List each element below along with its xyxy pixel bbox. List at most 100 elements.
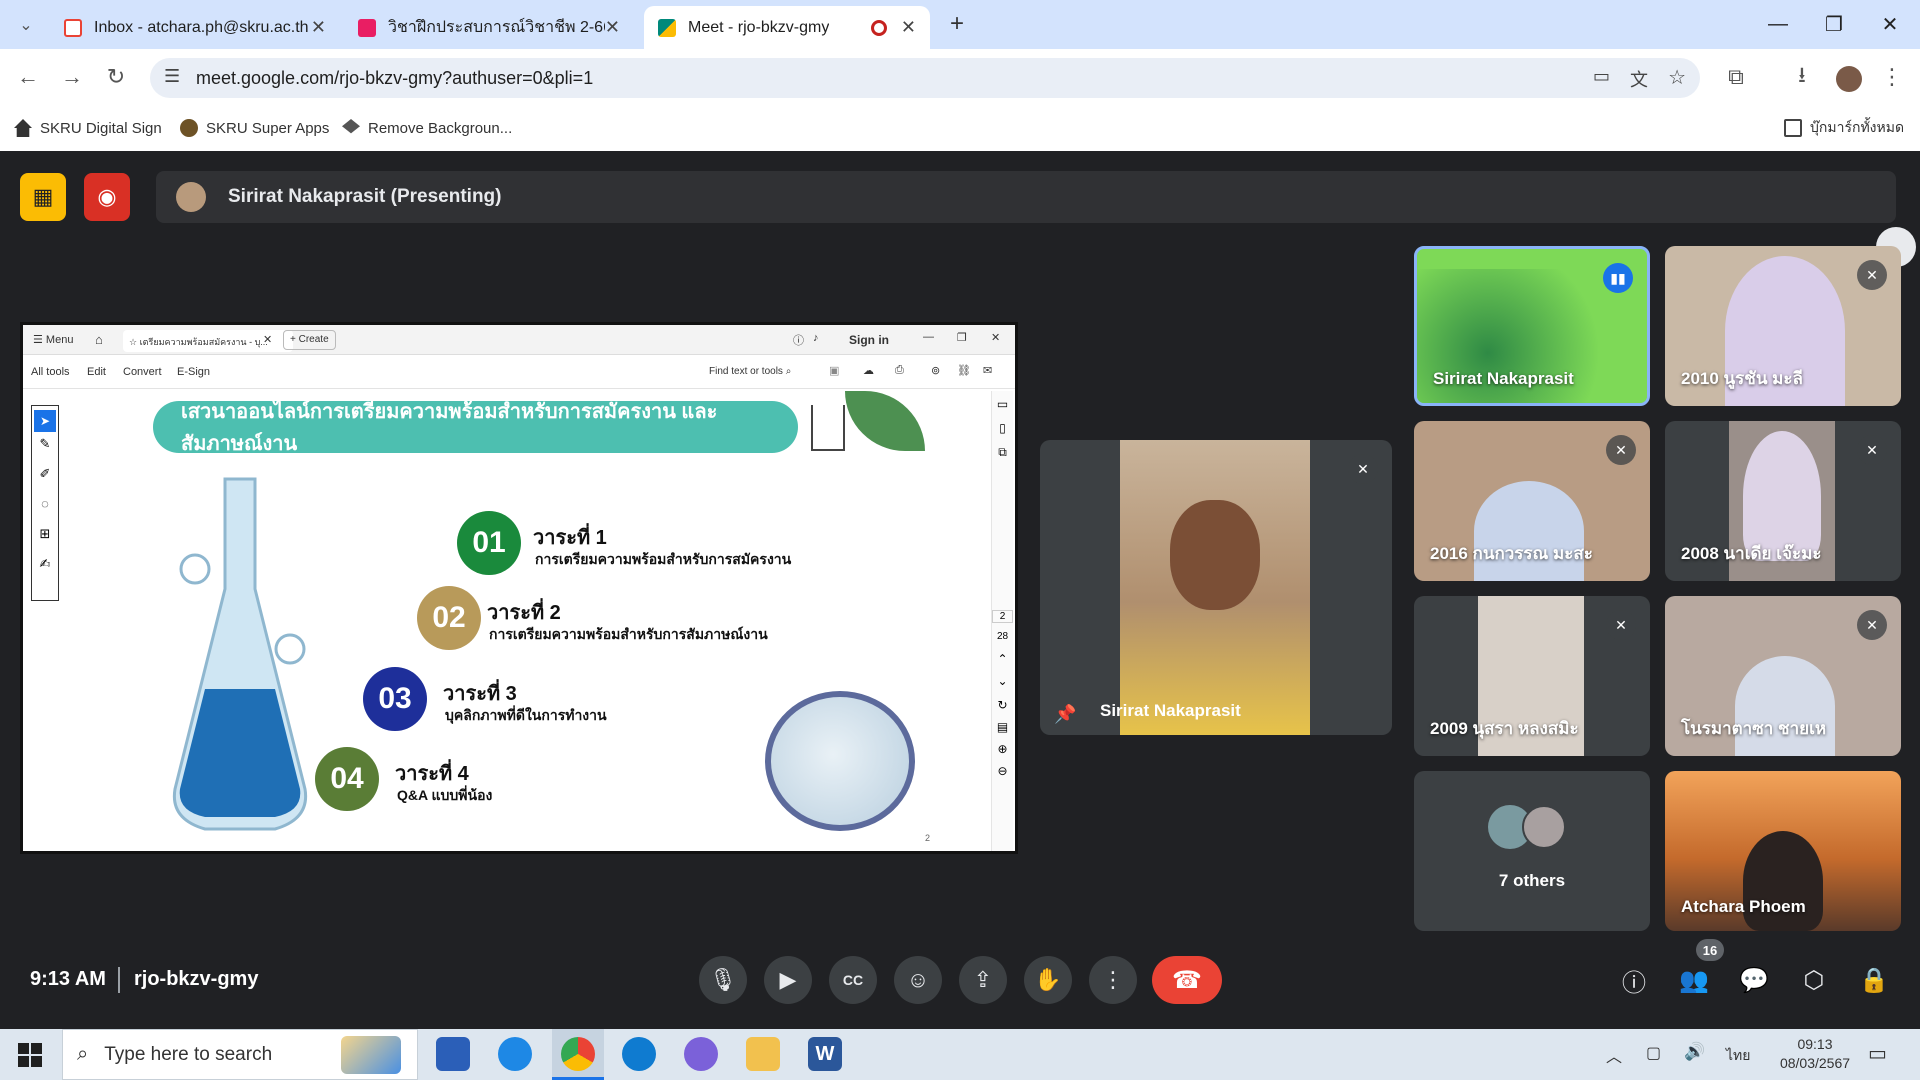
lasso-tool-icon[interactable]: ◌: [32, 496, 58, 526]
comment-panel-icon[interactable]: ▭: [992, 397, 1013, 411]
bookmark-panel-icon[interactable]: ▯: [992, 421, 1013, 435]
page-number-input[interactable]: 2: [992, 610, 1013, 623]
pin-icon[interactable]: 📌: [1054, 704, 1076, 725]
participant-tile[interactable]: ✕ 2016 กนกวรรณ มะสะ: [1414, 421, 1650, 581]
back-arrow-icon[interactable]: ←: [8, 57, 48, 97]
menu-edit[interactable]: Edit: [87, 366, 106, 378]
sign-in-button[interactable]: Sign in: [849, 333, 889, 347]
restore-icon[interactable]: ❐: [1804, 0, 1864, 49]
word-icon[interactable]: W: [808, 1037, 842, 1071]
close-icon[interactable]: ✕: [263, 333, 272, 346]
internet-explorer-icon[interactable]: [498, 1037, 532, 1071]
page-up-icon[interactable]: ⌃: [992, 652, 1013, 666]
captions-icon[interactable]: CC: [829, 956, 877, 1004]
raise-hand-icon[interactable]: ✋: [1024, 956, 1072, 1004]
input-language[interactable]: ไทย: [1726, 1045, 1750, 1067]
translate-icon[interactable]: 文: [1630, 66, 1648, 92]
fit-page-icon[interactable]: ▤: [992, 720, 1013, 734]
address-bar[interactable]: ☰ meet.google.com/rjo-bkzv-gmy?authuser=…: [150, 58, 1700, 98]
select-tool-icon[interactable]: ➤: [34, 410, 56, 432]
leave-call-icon[interactable]: ☎: [1152, 956, 1222, 1004]
notifications-icon[interactable]: ▭: [1868, 1041, 1887, 1066]
host-controls-icon[interactable]: 🔒: [1852, 958, 1896, 1002]
present-screen-icon[interactable]: ⇪: [959, 956, 1007, 1004]
others-tile[interactable]: 7 others: [1414, 771, 1650, 931]
bell-icon[interactable]: ♪: [813, 332, 819, 344]
zoom-in-icon[interactable]: ⊕: [992, 742, 1013, 756]
share-icon[interactable]: ⊚: [931, 364, 940, 377]
participant-tile[interactable]: ✕ 2010 นูรชัน มะลี: [1665, 246, 1901, 406]
tab-search-button[interactable]: ⌄: [6, 5, 46, 45]
print-icon[interactable]: ⎙: [895, 364, 904, 377]
site-settings-icon[interactable]: ☰: [164, 66, 180, 87]
taskbar-clock[interactable]: 09:13 08/03/2567: [1770, 1035, 1860, 1073]
restore-icon[interactable]: ❐: [957, 331, 967, 344]
all-bookmarks[interactable]: บุ๊กมาร์กทั้งหมด: [1784, 113, 1904, 143]
sign-tool-icon[interactable]: ✍: [32, 556, 58, 586]
pages-panel-icon[interactable]: ⧉: [992, 445, 1013, 460]
close-icon[interactable]: ✕: [605, 17, 620, 38]
close-window-icon[interactable]: ✕: [1860, 0, 1920, 49]
save-icon[interactable]: ▣: [829, 364, 839, 377]
minimize-icon[interactable]: —: [1748, 0, 1808, 49]
chrome-taskbar-button[interactable]: [552, 1029, 604, 1080]
zoom-out-icon[interactable]: ⊖: [992, 764, 1013, 778]
activities-icon[interactable]: ⬡: [1792, 958, 1836, 1002]
participant-tile[interactable]: ▮▮ Sirirat Nakaprasit: [1414, 246, 1650, 406]
no-captions-badge-icon[interactable]: ▦: [20, 173, 66, 221]
participant-tile[interactable]: ✕ 2008 นาเดีย เจ๊ะมะ: [1665, 421, 1901, 581]
network-icon[interactable]: ▢: [1646, 1043, 1661, 1063]
more-options-icon[interactable]: ⋮: [1089, 956, 1137, 1004]
pinned-speaker-tile[interactable]: ✕ 📌 Sirirat Nakaprasit: [1040, 440, 1392, 735]
reload-icon[interactable]: ↻: [96, 57, 136, 97]
star-icon[interactable]: ☆: [1668, 65, 1686, 90]
close-icon[interactable]: ✕: [311, 17, 326, 38]
new-tab-button[interactable]: +: [950, 10, 964, 38]
bookmark-remove-background[interactable]: Remove Backgroun...: [342, 113, 512, 143]
menu-kebab-icon[interactable]: ⋮: [1872, 57, 1912, 97]
mail-icon[interactable]: ✉: [983, 364, 992, 377]
link-icon[interactable]: ⛓: [957, 364, 971, 377]
chat-icon[interactable]: 💬: [1732, 958, 1776, 1002]
people-icon[interactable]: 👥: [1672, 958, 1716, 1002]
participant-tile[interactable]: ✕ 2009 นุสรา หลงสมิะ: [1414, 596, 1650, 756]
copilot-icon[interactable]: [684, 1037, 718, 1071]
minimize-icon[interactable]: —: [923, 331, 934, 343]
recording-icon[interactable]: ◉: [84, 173, 130, 221]
close-icon[interactable]: ✕: [901, 17, 916, 38]
taskbar-search-box[interactable]: ⌕ Type here to search: [62, 1029, 418, 1080]
menu-convert[interactable]: Convert: [123, 366, 162, 378]
find-text-field[interactable]: Find text or tools ⌕: [709, 366, 791, 377]
edge-icon[interactable]: [622, 1037, 656, 1071]
participant-tile[interactable]: Atchara Phoem: [1665, 771, 1901, 931]
comment-tool-icon[interactable]: ✎: [32, 436, 58, 466]
rotate-icon[interactable]: ↻: [992, 698, 1013, 712]
tab-gmail[interactable]: Inbox - atchara.ph@skru.ac.th - ✕: [50, 6, 340, 49]
menu-button[interactable]: ☰ Menu: [33, 333, 73, 346]
store-icon[interactable]: [436, 1037, 470, 1071]
tab-classroom[interactable]: วิชาฝึกประสบการณ์วิชาชีพ 2-66 ก ✕: [344, 6, 634, 49]
tab-meet[interactable]: Meet - rjo-bkzv-gmy ✕: [644, 6, 930, 49]
page-down-icon[interactable]: ⌄: [992, 674, 1013, 688]
home-icon[interactable]: ⌂: [95, 332, 103, 347]
camera-icon[interactable]: ▶: [764, 956, 812, 1004]
pen-tool-icon[interactable]: ✐: [32, 466, 58, 496]
download-icon[interactable]: ⭳: [1782, 57, 1822, 97]
chevron-up-icon[interactable]: ︿: [1606, 1043, 1622, 1067]
extensions-icon[interactable]: ⧉: [1716, 57, 1756, 97]
meeting-details-icon[interactable]: ⓘ: [1612, 958, 1656, 1002]
menu-all-tools[interactable]: All tools: [31, 366, 70, 378]
presentation-bar[interactable]: Sirirat Nakaprasit (Presenting): [156, 171, 1896, 223]
menu-esign[interactable]: E-Sign: [177, 366, 210, 378]
close-window-icon[interactable]: ✕: [991, 331, 1000, 344]
volume-icon[interactable]: 🔊: [1684, 1042, 1705, 1062]
upload-icon[interactable]: ☁: [863, 364, 874, 377]
text-select-icon[interactable]: ⊞: [32, 526, 58, 556]
microphone-icon[interactable]: 🎙: [699, 956, 747, 1004]
camera-icon[interactable]: ▭: [1593, 66, 1610, 87]
windows-start-icon[interactable]: [18, 1043, 42, 1067]
bookmark-skru-super-apps[interactable]: SKRU Super Apps: [180, 113, 329, 143]
profile-avatar[interactable]: [1836, 66, 1862, 92]
emoji-icon[interactable]: ☺: [894, 956, 942, 1004]
forward-arrow-icon[interactable]: →: [52, 57, 92, 97]
